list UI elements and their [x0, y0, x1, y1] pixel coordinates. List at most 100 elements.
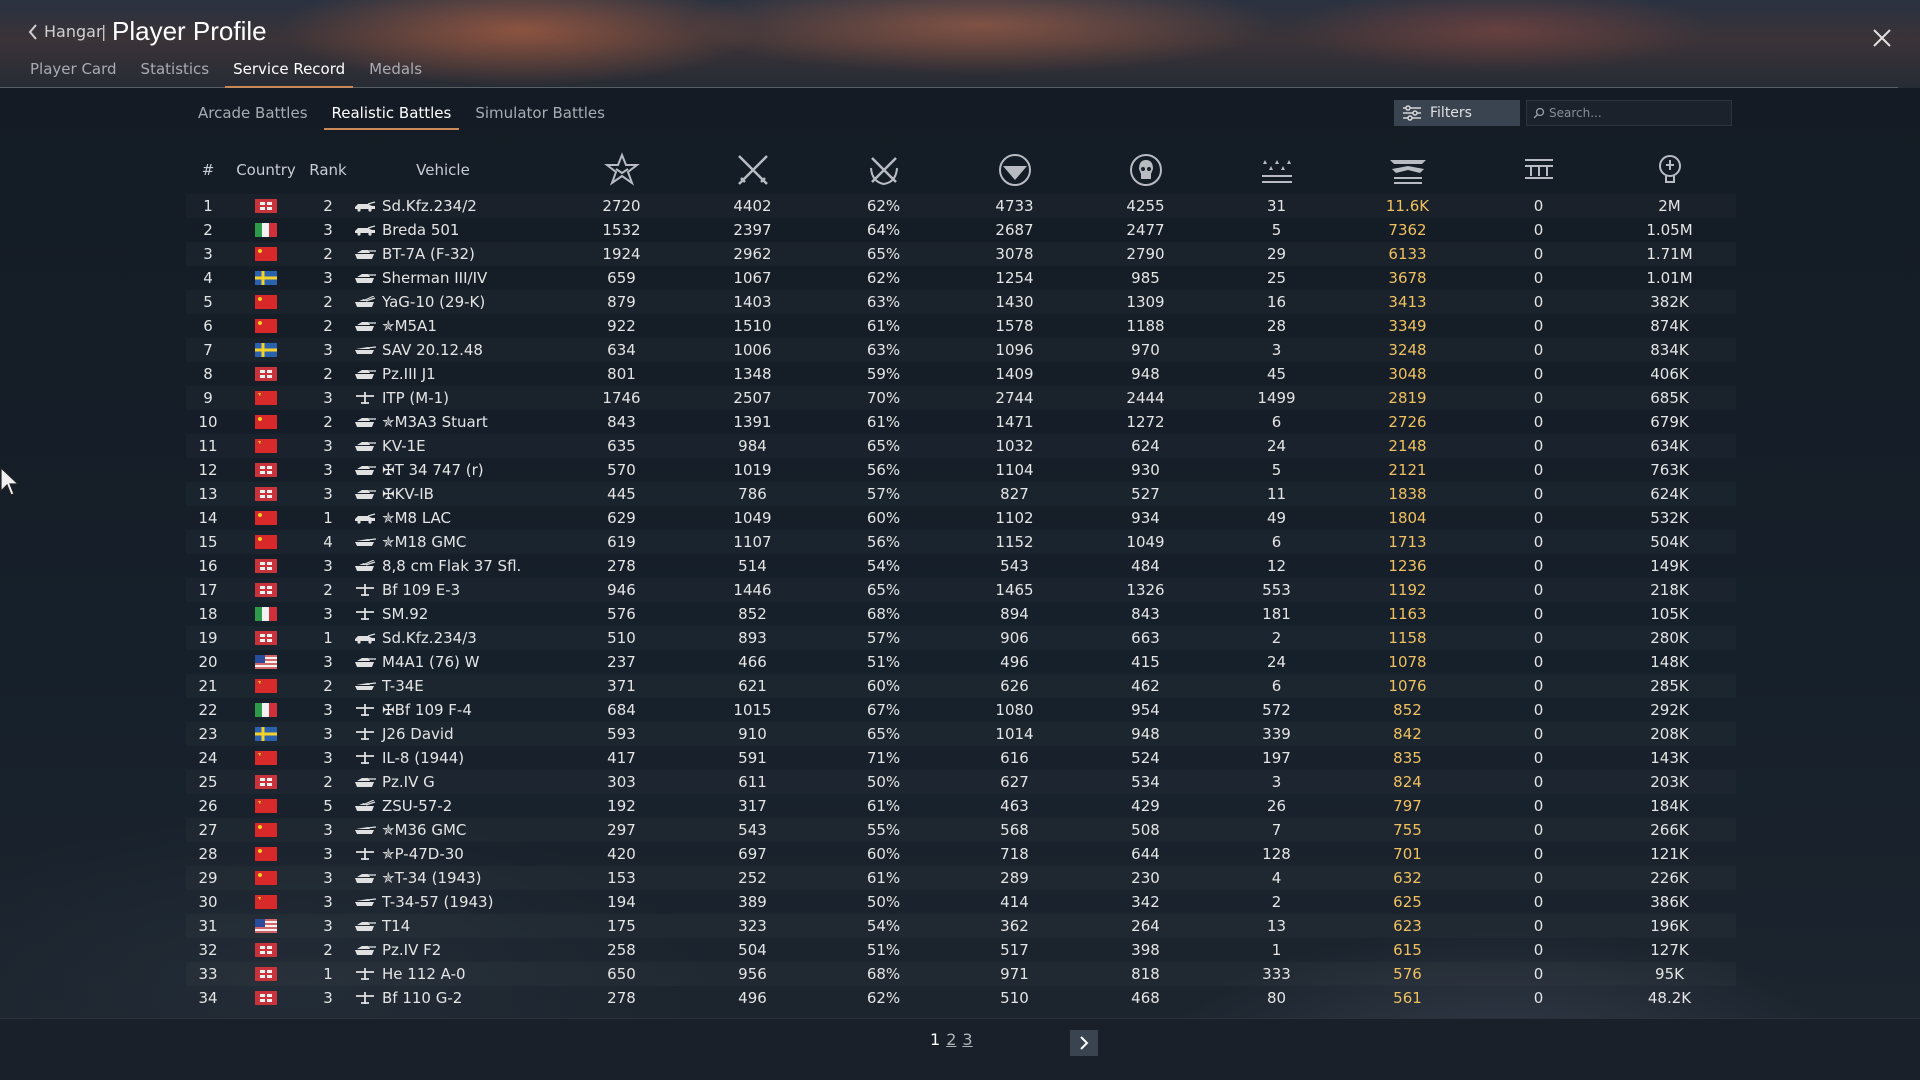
stat-ground-kills: 1192 [1388, 581, 1427, 599]
table-row[interactable]: 29 3 ✯T-34 (1943) 153 252 61% 289 230 4 632 0 226K [186, 866, 1736, 890]
column-header-vehicle[interactable]: Vehicle [354, 161, 556, 179]
page-1[interactable]: 1 [930, 1030, 940, 1049]
mode-tab-realistic-battles[interactable]: Realistic Battles [323, 102, 460, 130]
stat-win-rate: 68% [866, 965, 901, 983]
stat-battles: 1746 [602, 389, 641, 407]
table-row[interactable]: 13 3 ✠KV-IB 445 786 57% 827 527 11 1838 0 624K [186, 482, 1736, 506]
table-row[interactable]: 11 3 KV-1E 635 984 65% 1032 624 24 2148 0 634K [186, 434, 1736, 458]
column-header-win-rate[interactable] [818, 152, 949, 188]
stat-deaths: 1272 [1126, 413, 1165, 431]
tab-medals[interactable]: Medals [361, 58, 430, 88]
table-row[interactable]: 28 3 ✯P-47D-30 420 697 60% 718 644 128 701 0 121K [186, 842, 1736, 866]
vehicle-cell: ZSU-57-2 [354, 797, 556, 815]
table-row[interactable]: 14 1 ✯M8 LAC 629 1049 60% 1102 934 49 1804 0 532K [186, 506, 1736, 530]
stat-research: 874K [1650, 317, 1689, 335]
page-3[interactable]: 3 [962, 1030, 972, 1049]
table-row[interactable]: 6 2 ✯M5A1 922 1510 61% 1578 1188 28 3349 0 874K [186, 314, 1736, 338]
column-header-battles[interactable] [556, 152, 687, 188]
stat-sessions: 621 [738, 677, 767, 695]
table-row[interactable]: 7 3 SAV 20.12.48 634 1006 63% 1096 970 3 3248 0 834… [186, 338, 1736, 362]
table-row[interactable]: 15 4 ✯M18 GMC 619 1107 56% 1152 1049 6 1713 0 504K [186, 530, 1736, 554]
table-row[interactable]: 2 3 Breda 501 1532 2397 64% 2687 2477 5 7362 0 1.05… [186, 218, 1736, 242]
column-header-ground-kills[interactable] [1342, 152, 1473, 188]
main-tabs: Player Card Statistics Service Record Medal… [22, 58, 438, 88]
column-header-sessions[interactable] [687, 152, 818, 188]
stat-research: 624K [1650, 485, 1689, 503]
stat-naval-kills: 0 [1533, 437, 1544, 455]
stat-respawns: 362 [1000, 917, 1029, 935]
mode-tab-arcade-battles[interactable]: Arcade Battles [190, 102, 316, 130]
close-button[interactable] [1870, 26, 1894, 50]
table-row[interactable]: 25 2 Pz.IV G 303 611 50% 627 534 3 824 0 203K [186, 770, 1736, 794]
table-row[interactable]: 12 3 ✠T 34 747 (r) 570 1019 56% 1104 930 5 2121 0 7… [186, 458, 1736, 482]
vehicle-rank: 1 [323, 629, 333, 647]
table-row[interactable]: 30 3 T-34-57 (1943) 194 389 50% 414 342 2 625 0 386… [186, 890, 1736, 914]
table-row[interactable]: 18 3 SM.92 576 852 68% 894 843 181 1163 0 105K [186, 602, 1736, 626]
table-row[interactable]: 27 3 ✯M36 GMC 297 543 55% 568 508 7 755 0 266K [186, 818, 1736, 842]
table-row[interactable]: 34 3 Bf 110 G-2 278 496 62% 510 468 80 561 0 48.2K [186, 986, 1736, 1010]
column-header-air-kills[interactable] [1211, 152, 1342, 188]
stat-ground-kills: 1078 [1388, 653, 1427, 671]
stat-battles: 922 [607, 317, 636, 335]
table-row[interactable]: 22 3 ✠Bf 109 F-4 684 1015 67% 1080 954 572 852 0 29… [186, 698, 1736, 722]
page-2[interactable]: 2 [946, 1030, 956, 1049]
vehicle-rank: 5 [323, 797, 333, 815]
mode-tab-simulator-battles[interactable]: Simulator Battles [467, 102, 613, 130]
table-row[interactable]: 5 2 YaG-10 (29-K) 879 1403 63% 1430 1309 16 3413 0… [186, 290, 1736, 314]
tank-icon [355, 418, 376, 427]
row-number: 1 [203, 197, 213, 215]
table-row[interactable]: 17 2 Bf 109 E-3 946 1446 65% 1465 1326 553 1192 0 2… [186, 578, 1736, 602]
table-row[interactable]: 24 3 IL-8 (1944) 417 591 71% 616 524 197 835 0 143K [186, 746, 1736, 770]
stat-research: 763K [1650, 461, 1689, 479]
column-header-rank[interactable]: Rank [302, 161, 354, 179]
table-row[interactable]: 4 3 Sherman III/IV 659 1067 62% 1254 985 25 3678 0… [186, 266, 1736, 290]
filters-button[interactable]: Filters [1394, 100, 1520, 126]
stat-air-kills: 13 [1266, 917, 1287, 935]
row-number: 28 [198, 845, 218, 863]
stat-research: 203K [1650, 773, 1689, 791]
table-row[interactable]: 26 5 ZSU-57-2 192 317 61% 463 429 26 797 0 184K [186, 794, 1736, 818]
column-header-deaths[interactable] [1080, 152, 1211, 188]
vehicle-cell: ✯M8 LAC [354, 509, 556, 527]
stat-ground-kills: 701 [1393, 845, 1422, 863]
table-row[interactable]: 1 2 Sd.Kfz.234/2 2720 4402 62% 4733 4255 31 11.6K… [186, 194, 1736, 218]
tab-player-card[interactable]: Player Card [22, 58, 125, 88]
search-box[interactable] [1526, 100, 1732, 126]
search-input[interactable] [1549, 106, 1729, 120]
stat-respawns: 2687 [995, 221, 1034, 239]
table-row[interactable]: 3 2 BT-7A (F-32) 1924 2962 65% 3078 2790 29 6133 0… [186, 242, 1736, 266]
tank-icon [355, 274, 376, 283]
table-row[interactable]: 21 2 T-34E 371 621 60% 626 462 6 1076 0 285K [186, 674, 1736, 698]
table-row[interactable]: 33 1 He 112 A-0 650 956 68% 971 818 333 576 0 95K [186, 962, 1736, 986]
stat-naval-kills: 0 [1533, 293, 1544, 311]
stat-research: 1.05M [1646, 221, 1693, 239]
table-row[interactable]: 10 2 ✯M3A3 Stuart 843 1391 61% 1471 1272 6 2726 0 6… [186, 410, 1736, 434]
table-row[interactable]: 8 2 Pz.III J1 801 1348 59% 1409 948 45 3048 0 406K [186, 362, 1736, 386]
stat-respawns: 1080 [995, 701, 1034, 719]
table-row[interactable]: 19 1 Sd.Kfz.234/3 510 893 57% 906 663 2 1158 0 280K [186, 626, 1736, 650]
row-number: 32 [198, 941, 218, 959]
next-page-button[interactable] [1070, 1030, 1098, 1056]
table-row[interactable]: 9 3 ITP (M-1) 1746 2507 70% 2744 2444 1499 2819 0 6… [186, 386, 1736, 410]
table-row[interactable]: 20 3 M4A1 (76) W 237 466 51% 496 415 24 1078 0 148K [186, 650, 1736, 674]
table-row[interactable]: 23 3 J26 David 593 910 65% 1014 948 339 842 0 208K [186, 722, 1736, 746]
table-row[interactable]: 31 3 T14 175 323 54% 362 264 13 623 0 196K [186, 914, 1736, 938]
back-to-hangar-link[interactable]: Hangar [28, 22, 103, 41]
vehicle-rank: 1 [323, 965, 333, 983]
table-row[interactable]: 16 3 8,8 cm Flak 37 Sfl. 278 514 54% 543 484 12 1… [186, 554, 1736, 578]
stat-battles: 371 [607, 677, 636, 695]
column-header-respawns[interactable] [949, 152, 1080, 188]
tab-statistics[interactable]: Statistics [133, 58, 218, 88]
tab-service-record[interactable]: Service Record [225, 58, 354, 88]
car-icon [355, 513, 376, 524]
table-row[interactable]: 32 2 Pz.IV F2 258 504 51% 517 398 1 615 0 127K [186, 938, 1736, 962]
column-header-naval-kills[interactable] [1473, 152, 1604, 188]
stat-win-rate: 61% [866, 317, 901, 335]
stat-naval-kills: 0 [1533, 461, 1544, 479]
column-header-country[interactable]: Country [230, 161, 302, 179]
vehicle-name: ✯M8 LAC [382, 509, 451, 527]
column-header-num[interactable]: # [186, 161, 230, 179]
plane-icon [356, 728, 374, 740]
stat-win-rate: 65% [866, 725, 901, 743]
column-header-research[interactable] [1604, 152, 1735, 188]
